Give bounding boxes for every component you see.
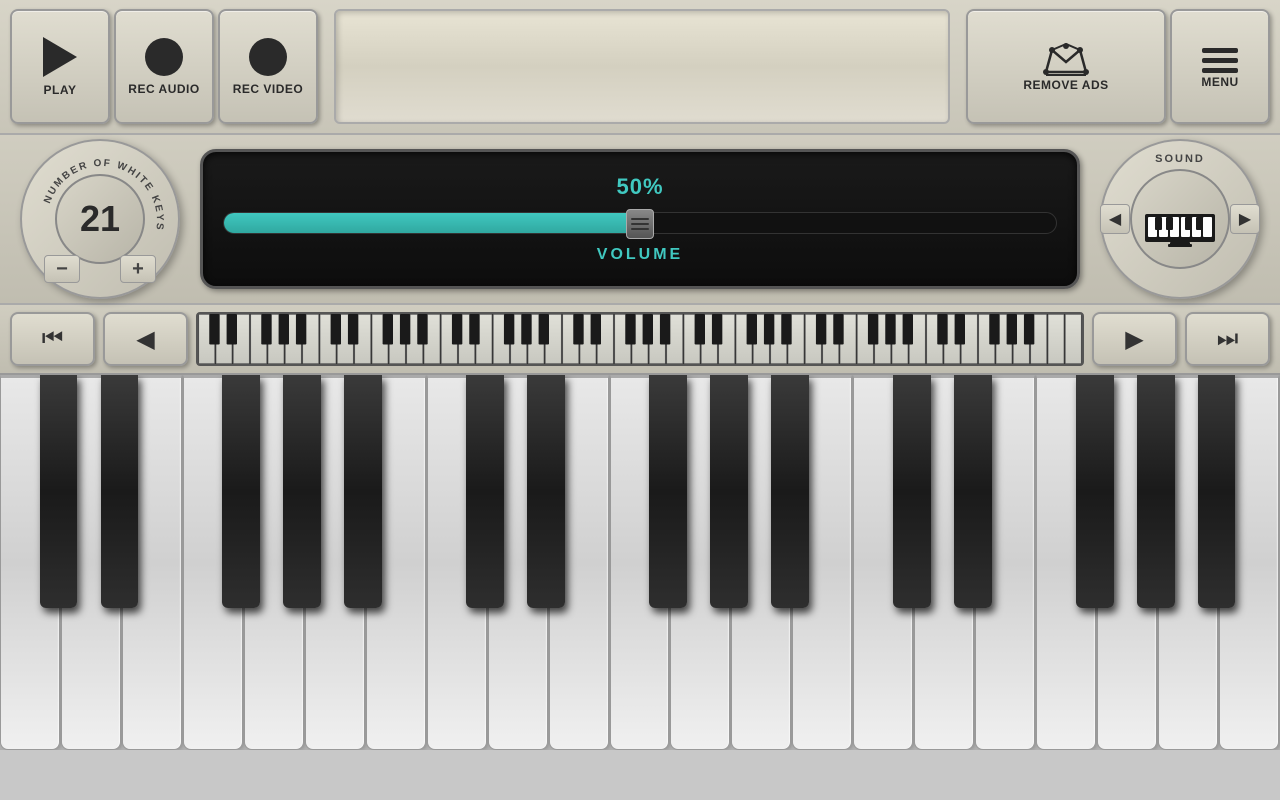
black-key[interactable]	[771, 375, 809, 608]
white-keys-container	[0, 375, 1280, 750]
black-key[interactable]	[101, 375, 139, 608]
sound-label: SOUND	[1155, 153, 1205, 165]
forward-button[interactable]: ▶	[1092, 312, 1177, 366]
black-key[interactable]	[954, 375, 992, 608]
crown-icon	[1042, 42, 1090, 78]
rec-audio-icon	[145, 38, 183, 76]
rec-video-button[interactable]: REC VIDEO	[218, 9, 318, 124]
forward-fast-button[interactable]: ⏭	[1185, 312, 1270, 366]
btn-group-left: PLAY REC AUDIO REC VIDEO	[10, 9, 318, 124]
black-key[interactable]	[222, 375, 260, 608]
knob-outer: NUMBER OF WHITE KEYS 21 − +	[20, 139, 180, 299]
top-bar: PLAY REC AUDIO REC VIDEO REMOVE AD	[0, 0, 1280, 135]
remove-ads-label: REMOVE ADS	[1023, 78, 1108, 92]
play-label: PLAY	[44, 83, 77, 97]
center-display	[334, 9, 950, 124]
rewind-fast-button[interactable]: ⏮	[10, 312, 95, 366]
black-key[interactable]	[40, 375, 78, 608]
middle-bar: NUMBER OF WHITE KEYS 21 − + 50% VOLUME S…	[0, 135, 1280, 305]
black-key[interactable]	[649, 375, 687, 608]
sound-knob-outer: SOUND	[1100, 139, 1260, 299]
rewind-fast-icon: ⏮	[42, 325, 64, 353]
black-key[interactable]	[1076, 375, 1114, 608]
black-key[interactable]	[283, 375, 321, 608]
btn-group-right: REMOVE ADS MENU	[966, 9, 1270, 124]
mini-keyboard-svg	[198, 314, 1082, 364]
sound-prev-button[interactable]: ◀	[1100, 204, 1130, 234]
play-button[interactable]: PLAY	[10, 9, 110, 124]
sound-knob[interactable]: SOUND	[1100, 139, 1260, 299]
black-key[interactable]	[1198, 375, 1236, 608]
increase-keys-button[interactable]: +	[120, 255, 156, 283]
black-key[interactable]	[1137, 375, 1175, 608]
volume-fill	[224, 213, 640, 233]
black-key[interactable]	[344, 375, 382, 608]
white-keys-knob[interactable]: NUMBER OF WHITE KEYS 21 − +	[20, 139, 180, 299]
svg-text:NUMBER OF WHITE KEYS: NUMBER OF WHITE KEYS	[42, 158, 165, 232]
rewind-button[interactable]: ◀	[103, 312, 188, 366]
menu-button[interactable]: MENU	[1170, 9, 1270, 124]
decrease-keys-button[interactable]: −	[44, 255, 80, 283]
volume-track[interactable]	[223, 212, 1057, 234]
volume-control: 50% VOLUME	[200, 149, 1080, 289]
rec-audio-button[interactable]: REC AUDIO	[114, 9, 214, 124]
mini-keyboard	[196, 312, 1084, 366]
rewind-icon: ◀	[136, 325, 154, 354]
sound-next-button[interactable]: ▶	[1230, 204, 1260, 234]
black-key[interactable]	[893, 375, 931, 608]
rec-video-icon	[249, 38, 287, 76]
thumb-line-2	[631, 223, 649, 225]
sound-knob-inner	[1130, 169, 1230, 269]
volume-thumb[interactable]	[626, 209, 654, 239]
thumb-line-3	[631, 228, 649, 230]
black-key[interactable]	[710, 375, 748, 608]
menu-icon	[1200, 45, 1240, 75]
nav-bar: ⏮ ◀ ▶ ⏭	[0, 305, 1280, 375]
piano-section	[0, 375, 1280, 750]
thumb-line-1	[631, 218, 649, 220]
volume-percent: 50%	[616, 174, 663, 200]
play-icon	[43, 37, 77, 77]
black-key[interactable]	[527, 375, 565, 608]
volume-label: VOLUME	[597, 246, 683, 264]
sound-piano-icon	[1140, 189, 1220, 249]
menu-label: MENU	[1201, 75, 1238, 89]
black-key[interactable]	[466, 375, 504, 608]
piano-keys	[0, 375, 1280, 750]
remove-ads-button[interactable]: REMOVE ADS	[966, 9, 1166, 124]
rec-video-label: REC VIDEO	[233, 82, 304, 96]
rec-audio-label: REC AUDIO	[128, 82, 199, 96]
forward-icon: ▶	[1125, 325, 1143, 354]
forward-fast-icon: ⏭	[1217, 325, 1239, 353]
